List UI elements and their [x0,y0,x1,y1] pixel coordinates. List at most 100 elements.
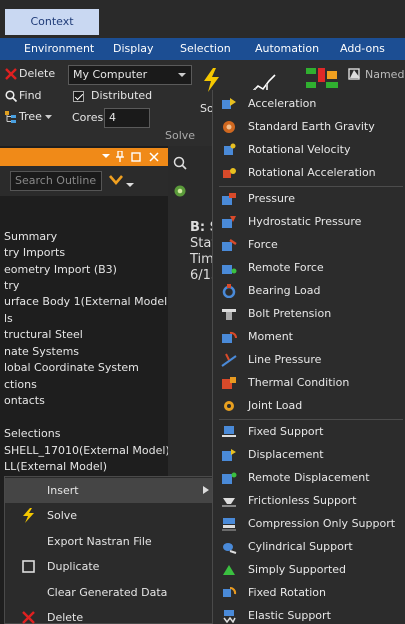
distributed-checkbox[interactable] [73,91,84,102]
duplicate-label: Duplicate [47,560,100,573]
cylindrical-support-label: Cylindrical Support [248,540,353,553]
submenu-item-line-pressure[interactable]: Line Pressure [213,349,405,371]
submenu-item-thermal-condition[interactable]: Thermal Condition [213,372,405,394]
color-swatch-green-3 [326,82,338,88]
menu-item-insert[interactable]: Insert [5,478,215,503]
submenu-item-frictionless-support[interactable]: Frictionless Support [213,490,405,512]
submenu-item-moment[interactable]: Moment [213,326,405,348]
submenu-item-compression-only-support[interactable]: Compression Only Support [213,513,405,535]
submenu-item-remote-displacement[interactable]: Remote Displacement [213,467,405,489]
color-swatch-red [318,68,325,82]
rotational-acceleration-label: Rotational Acceleration [248,166,376,179]
submenu-item-force[interactable]: Force [213,234,405,256]
tab-display[interactable]: Display [113,38,154,60]
close-icon[interactable] [149,152,159,162]
elastic-support-label: Elastic Support [248,609,331,622]
tree-item-surface-body[interactable]: urface Body 1(External Model) [4,294,171,309]
submenu-item-hydrostatic-pressure[interactable]: Hydrostatic Pressure [213,211,405,233]
thermal-condition-icon [222,377,236,389]
menu-item-export-nastran[interactable]: Export Nastran File [5,529,215,554]
submenu-item-pressure[interactable]: Pressure [213,188,405,210]
tree-item-structural-steel[interactable]: tructural Steel [4,327,83,342]
tree-item-geometry[interactable]: try [4,278,19,293]
submenu-item-cylindrical-support[interactable]: Cylindrical Support [213,536,405,558]
submenu-item-bearing-load[interactable]: Bearing Load [213,280,405,302]
remote-displacement-label: Remote Displacement [248,471,370,484]
maximize-icon[interactable] [131,152,141,162]
force-icon [222,239,237,251]
tab-add-ons[interactable]: Add-ons [340,38,385,60]
hydrostatic-pressure-label: Hydrostatic Pressure [248,215,362,228]
outline-search-input[interactable]: Search Outline [10,171,102,191]
tree-icon [5,111,16,123]
tree-item-summary[interactable]: Summary [4,229,57,244]
menu-item-duplicate[interactable]: Duplicate [5,554,215,579]
zoom-icon[interactable] [173,156,187,170]
earth-gravity-icon [223,121,235,133]
acceleration-icon [222,98,236,109]
submenu-item-acceleration[interactable]: Acceleration [213,93,405,115]
line-pressure-icon [221,353,237,367]
tab-selection[interactable]: Selection [180,38,231,60]
tree-item-geometry-import[interactable]: eometry Import (B3) [4,262,117,277]
named-selection-icon[interactable] [348,68,362,82]
submenu-item-fixed-support[interactable]: Fixed Support [213,421,405,443]
submenu-item-elastic-support[interactable]: Elastic Support [213,605,405,624]
menu-item-delete[interactable]: Delete [5,605,215,624]
standard-earth-gravity-label: Standard Earth Gravity [248,120,375,133]
submenu-item-rotational-acceleration[interactable]: Rotational Acceleration [213,162,405,184]
submenu-item-standard-earth-gravity[interactable]: Standard Earth Gravity [213,116,405,138]
tab-automation[interactable]: Automation [255,38,319,60]
menu-item-solve[interactable]: Solve [5,503,215,528]
displacement-label: Displacement [248,448,324,461]
remote-force-label: Remote Force [248,261,324,274]
tree-item-imports[interactable]: try Imports [4,245,65,260]
submenu-item-simply-supported[interactable]: Simply Supported [213,559,405,581]
chevron-down-icon [45,115,52,119]
simply-supported-icon [223,565,235,575]
tab-environment[interactable]: Environment [24,38,94,60]
ribbon-delete-button[interactable]: Delete [2,66,60,82]
cores-label: Cores [72,111,104,124]
tree-item-connections[interactable]: ctions [4,377,37,392]
lightning-icon [204,68,219,92]
geometry-icon[interactable] [173,184,187,198]
submenu-item-displacement[interactable]: Displacement [213,444,405,466]
frictionless-support-label: Frictionless Support [248,494,357,507]
pin-icon[interactable] [116,151,124,162]
insert-label: Insert [47,484,79,497]
submenu-item-joint-load[interactable]: Joint Load [213,395,405,417]
submenu-item-bolt-pretension[interactable]: Bolt Pretension [213,303,405,325]
compression-only-support-icon [222,518,236,531]
context-tab[interactable]: Context [5,9,99,35]
tree-label: Tree [19,110,42,123]
tree-item-named-selections[interactable]: Selections [4,426,60,441]
search-icon [5,90,17,102]
tree-item-coordinate-systems[interactable]: nate Systems [4,344,79,359]
tree-item-contacts[interactable]: ontacts [4,393,45,408]
chevron-down-icon[interactable] [102,154,110,159]
menu-item-clear-generated-data[interactable]: Clear Generated Data [5,580,215,605]
chevron-down-icon[interactable] [108,174,136,188]
ribbon-find-button[interactable]: Find [2,88,60,104]
tree-item-shell-selection[interactable]: SHELL_17010(External Model) [4,443,170,458]
submenu-item-rotational-velocity[interactable]: Rotational Velocity [213,139,405,161]
tree-item-all-selection[interactable]: LL(External Model) [4,459,107,474]
submenu-arrow-icon [203,486,209,494]
fixed-support-label: Fixed Support [248,425,324,438]
submenu-item-fixed-rotation[interactable]: Fixed Rotation [213,582,405,604]
submenu-item-remote-force[interactable]: Remote Force [213,257,405,279]
details-line-2: Tim [190,252,214,267]
rotational-acceleration-icon [223,168,236,178]
delete-x-icon [22,611,35,624]
tools-icon[interactable] [306,68,340,92]
displacement-icon [222,449,236,461]
delete-label: Delete [19,67,56,80]
tree-item-global-coordinate-system[interactable]: lobal Coordinate System [4,360,139,375]
lightning-icon [23,508,34,523]
tree-item-materials[interactable]: ls [4,311,13,326]
cores-input[interactable]: 4 [104,108,150,128]
solve-machine-select[interactable]: My Computer [68,65,192,85]
context-menu: Insert Solve Export Nastran File Duplica… [4,476,216,624]
ribbon-tree-button[interactable]: Tree [2,109,60,125]
